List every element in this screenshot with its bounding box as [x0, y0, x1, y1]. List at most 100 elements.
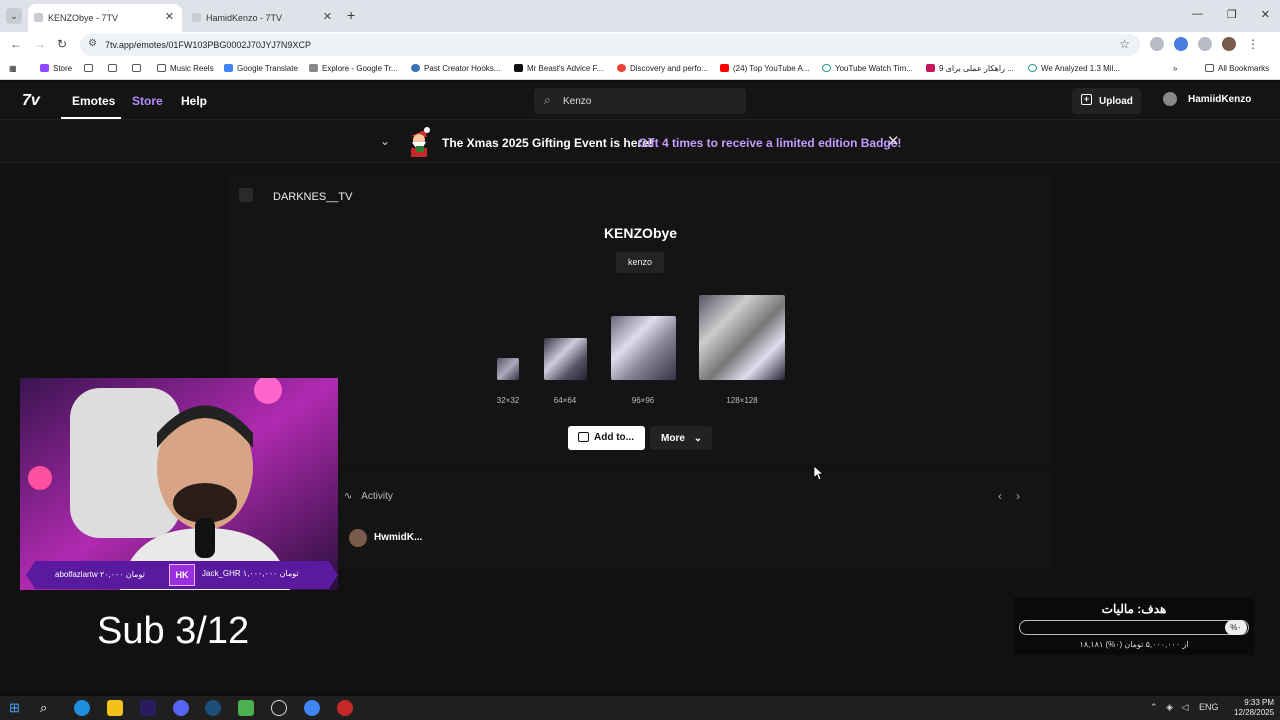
puzzle-icon[interactable]	[1198, 37, 1212, 51]
back-icon[interactable]: ←	[10, 37, 22, 51]
site-nav: 7v Emotes Store Help ⌕ Kenzo + Upload Ha…	[0, 82, 1280, 120]
bookmark-folder[interactable]	[108, 64, 121, 73]
emote-preview-64[interactable]	[544, 338, 587, 380]
extension-icon[interactable]	[1174, 37, 1188, 51]
site-info-icon[interactable]: ⚙	[88, 38, 97, 49]
add-to-button[interactable]: Add to...	[568, 426, 645, 450]
folder-icon	[108, 64, 117, 72]
streamer-badge: HK	[169, 564, 195, 586]
bookmark-star-icon[interactable]: ☆	[1119, 37, 1130, 51]
clock[interactable]: 9:33 PM 12/28/2025	[1234, 698, 1274, 718]
extension-icon[interactable]	[1150, 37, 1164, 51]
search-input[interactable]: Kenzo	[563, 96, 591, 107]
activity-icon: ∿	[344, 491, 353, 502]
chevron-right-icon[interactable]: ›	[1016, 489, 1034, 503]
chevron-down-icon[interactable]: ⌄	[380, 134, 390, 148]
emote-preview-96[interactable]	[611, 316, 676, 380]
bookmark-explore-trends[interactable]: Explore - Google Tr...	[309, 64, 398, 73]
chevron-up-icon[interactable]: ⌃	[1150, 702, 1158, 712]
address-bar-row: ← → ↻ ⚙ 7tv.app/emotes/01FW103PBG0002J70…	[0, 32, 1280, 58]
owner-avatar	[239, 188, 253, 202]
bookmark-label: Discovery and perfo...	[630, 64, 708, 73]
emote-preview-128[interactable]	[699, 295, 785, 380]
restore-icon[interactable]: ❐	[1227, 8, 1237, 21]
tab-search-icon[interactable]: ⌄	[6, 8, 22, 24]
7tv-favicon-icon	[192, 13, 201, 22]
emote-owner[interactable]: DARKNES__TV	[239, 188, 352, 203]
bookmark-music-reels[interactable]: Music Reels	[157, 64, 214, 73]
7tv-logo[interactable]: 7v	[22, 92, 40, 110]
language-indicator[interactable]: ENG	[1199, 702, 1219, 712]
bookmark-we-analyzed[interactable]: We Analyzed 1.3 Mil...	[1028, 64, 1120, 73]
omnibox[interactable]: ⚙ 7tv.app/emotes/01FW103PBG0002J70JYJ7N9…	[80, 34, 1140, 56]
bookmark-past-creator-hooks[interactable]: Past Creator Hooks...	[411, 64, 500, 73]
volume-icon[interactable]: ◁	[1182, 702, 1189, 712]
bookmark-discovery[interactable]: Discovery and perfo...	[617, 64, 708, 73]
search-box[interactable]: ⌕ Kenzo	[534, 88, 746, 114]
file-explorer-icon[interactable]	[107, 700, 123, 716]
donation-goal: هدف: ماليات %۰ ۱۸,۱۸۱ از ۵,۰۰۰,۰۰۰ تومان…	[1014, 597, 1254, 655]
activity-row[interactable]: HwmidK...	[349, 529, 422, 547]
nav-store[interactable]: Store	[132, 94, 163, 108]
bookmark-folder[interactable]	[132, 64, 145, 73]
site-icon	[411, 64, 420, 72]
chevron-left-icon[interactable]: ‹	[998, 489, 1016, 503]
mouse-cursor-icon	[814, 466, 824, 481]
search-icon[interactable]: ⌕	[40, 700, 56, 716]
bookmark-mrbeast-advice[interactable]: Mr Beast's Advice F...	[514, 64, 603, 73]
nav-help[interactable]: Help	[181, 94, 207, 108]
close-tab-icon[interactable]: ✕	[323, 10, 332, 23]
store-app-icon[interactable]	[238, 700, 254, 716]
apps-grid-icon[interactable]: ▦	[9, 64, 17, 73]
trends-icon	[309, 64, 318, 72]
emote-preview-32[interactable]	[497, 358, 519, 380]
forward-icon[interactable]: →	[34, 37, 46, 51]
app-icon[interactable]	[337, 700, 353, 716]
edge-icon[interactable]	[74, 700, 90, 716]
size-label: 32×32	[496, 396, 520, 405]
obs-icon[interactable]	[271, 700, 287, 716]
steam-icon[interactable]	[205, 700, 221, 716]
extensions-area: ⋮	[1150, 37, 1260, 51]
new-tab-icon[interactable]: +	[347, 7, 355, 23]
discord-icon[interactable]	[173, 700, 189, 716]
bookmark-label: Mr Beast's Advice F...	[527, 64, 604, 73]
tab-kenzobye[interactable]: KENZObye - 7TV ✕	[28, 4, 182, 32]
menu-kebab-icon[interactable]: ⋮	[1246, 37, 1260, 51]
more-bookmarks-icon[interactable]: »	[1173, 64, 1177, 73]
bookmark-google-translate[interactable]: Google Translate	[224, 64, 298, 73]
bookmark-store[interactable]: Store	[40, 64, 72, 73]
premiere-icon[interactable]	[140, 700, 156, 716]
user-avatar	[349, 529, 367, 547]
bookmark-label: (24) Top YouTube A...	[733, 64, 810, 73]
emote-preview-32[interactable]	[497, 440, 519, 462]
activity-panel: ∿ Activity ‹› HwmidK...	[227, 473, 1054, 569]
upload-button[interactable]: + Upload	[1072, 88, 1141, 114]
chrome-icon[interactable]	[304, 700, 320, 716]
bookmark-top-youtube[interactable]: (24) Top YouTube A...	[720, 64, 810, 73]
user-menu[interactable]: HamiidKenzo	[1163, 92, 1251, 106]
close-tab-icon[interactable]: ✕	[165, 10, 174, 23]
bookmark-folder[interactable]	[84, 64, 97, 73]
bookmark-label: Past Creator Hooks...	[424, 64, 501, 73]
all-bookmarks[interactable]: All Bookmarks	[1205, 64, 1269, 73]
minimize-icon[interactable]: —	[1192, 8, 1203, 21]
emote-tag[interactable]: kenzo	[616, 252, 664, 273]
banner-link[interactable]: Gift 4 times to receive a limited editio…	[638, 136, 901, 150]
reload-icon[interactable]: ↻	[57, 37, 67, 51]
nav-emotes[interactable]: Emotes	[72, 94, 115, 108]
network-icon[interactable]: ◈	[1166, 702, 1173, 712]
bookmark-persian[interactable]: 9 راهکار عملی برای ...	[926, 64, 1014, 73]
tab-hamidkenzo[interactable]: HamidKenzo - 7TV ✕	[186, 4, 340, 32]
windows-start-icon[interactable]: ⊞	[9, 700, 25, 716]
more-label: More	[661, 433, 685, 444]
bookmark-youtube-watch-time[interactable]: YouTube Watch Tim...	[822, 64, 913, 73]
more-button[interactable]: More ⌄	[650, 426, 712, 450]
profile-avatar[interactable]	[1222, 37, 1236, 51]
url-text[interactable]: 7tv.app/emotes/01FW103PBG0002J70JYJ7N9XC…	[105, 40, 311, 50]
close-icon[interactable]: ✕	[887, 132, 900, 150]
santa-icon	[411, 127, 430, 157]
twitch-icon	[40, 64, 49, 72]
bookmark-label: Explore - Google Tr...	[322, 64, 398, 73]
close-window-icon[interactable]: ✕	[1261, 8, 1270, 21]
